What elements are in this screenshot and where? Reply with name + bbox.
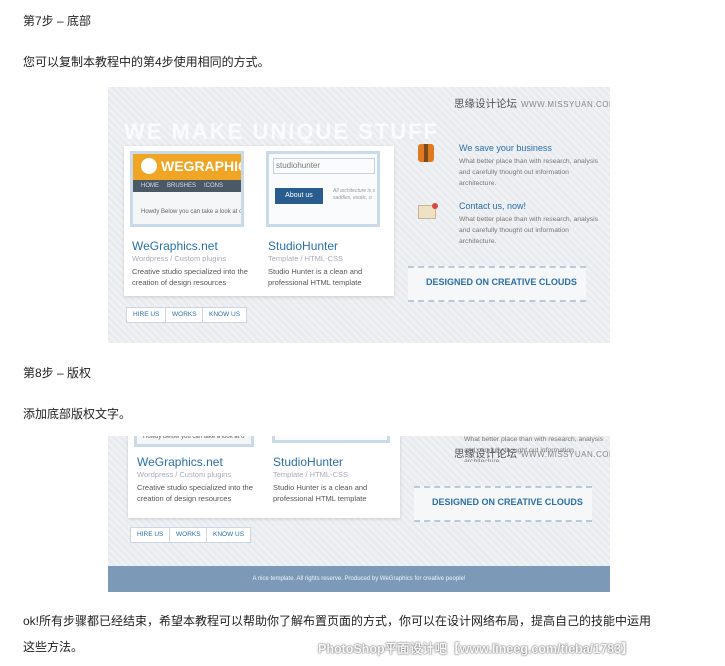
conclusion-line1: ok!所有步骤都已经结束，希望本教程可以帮助你了解布置页面的方式，你可以在设计网…: [23, 614, 652, 628]
portfolio-panel: WEGRAPHICS HOMEBRUSHESICONS Howdy Below …: [124, 146, 394, 296]
wegraphics-nav: HOME BRUSHES ICONS: [133, 180, 241, 192]
feature-desc-business: What better place than with research, an…: [459, 158, 599, 187]
footer-link-works-2[interactable]: WORKS: [169, 527, 208, 543]
project-sub-wegraphics: Wordpress / Custom plugins: [132, 254, 227, 263]
footer-link-hire-us[interactable]: HIRE US: [126, 307, 167, 323]
feature-title-business: We save your business: [459, 143, 552, 153]
project-desc-wegraphics: Creative studio specialized into the cre…: [132, 267, 248, 287]
step8-description: 添加底部版权文字。: [23, 407, 132, 421]
feature-title-contact[interactable]: Contact us, now!: [459, 201, 526, 211]
project-desc-wegraphics-2: Creative studio specialized into the cre…: [137, 483, 253, 503]
project-title-wegraphics[interactable]: WeGraphics.net: [132, 239, 218, 253]
wegraphics-logo: WEGRAPHICS: [161, 158, 241, 174]
skull-logo-icon: [141, 158, 157, 174]
studiohunter-thumbnail[interactable]: studiohunter About us All architecture i…: [266, 151, 380, 227]
wegraphics-howdy: Howdy Below you can take a look at o: [141, 209, 243, 215]
bottom-watermark: PhotoShop平面设计吧【www.lineeg.com/tieba/1783…: [318, 642, 634, 656]
project-desc-studiohunter-2: Studio Hunter is a clean and professiona…: [273, 483, 368, 503]
copyright-bar: A nice template. All rights reserve. Pro…: [108, 566, 610, 592]
footer-link-works[interactable]: WORKS: [165, 307, 204, 323]
project-sub-wegraphics-2: Wordpress / Custom plugins: [137, 470, 232, 479]
watermark: 思缘设计论坛 WWW.MISSYUAN.COM: [454, 98, 610, 110]
project-title-studiohunter-2[interactable]: StudioHunter: [273, 455, 343, 469]
about-us-button[interactable]: About us: [275, 188, 323, 204]
footer-link-know-us[interactable]: KNOW US: [202, 307, 248, 323]
watermark-2: 思缘设计论坛 WWW.MISSYUAN.COM: [454, 448, 610, 460]
wegraphics-howdy-2: Howdy Below you can take a look at o: [134, 436, 254, 447]
wegraphics-thumbnail[interactable]: WEGRAPHICS HOMEBRUSHESICONS Howdy Below …: [130, 151, 244, 227]
step8-heading: 第8步 – 版权: [23, 366, 92, 380]
creative-clouds-ribbon: DESIGNED ON CREATIVE CLOUDS: [408, 266, 586, 302]
copyright-text: A nice template. All rights reserve. Pro…: [252, 576, 466, 582]
footer-screenshot: 思缘设计论坛 WWW.MISSYUAN.COM WE MAKE UNIQUE ST…: [108, 87, 610, 343]
project-title-studiohunter[interactable]: StudioHunter: [268, 239, 338, 253]
footer-link-know-us-2[interactable]: KNOW US: [206, 527, 252, 543]
project-sub-studiohunter-2: Template / HTML-CSS: [273, 470, 349, 479]
conclusion-line2: 这些方法。: [23, 640, 84, 654]
studiohunter-logo-field: studiohunter: [273, 158, 375, 174]
project-desc-studiohunter: Studio Hunter is a clean and professiona…: [268, 267, 363, 287]
project-title-wegraphics-2[interactable]: WeGraphics.net: [137, 455, 223, 469]
tagline: WE MAKE UNIQUE STUFF: [124, 119, 439, 144]
step7-heading: 第7步 – 底部: [23, 14, 92, 28]
footer-link-hire-us-2[interactable]: HIRE US: [130, 527, 171, 543]
studiohunter-side-text: All architecture is s saddles, exotic, o: [333, 188, 375, 201]
step7-description: 您可以复制本教程中的第4步使用相同的方式。: [23, 55, 270, 69]
project-sub-studiohunter: Template / HTML-CSS: [268, 254, 344, 263]
copyright-screenshot: Howdy Below you can take a look at o WeG…: [108, 436, 610, 592]
portfolio-panel-2: Howdy Below you can take a look at o WeG…: [128, 436, 400, 518]
creative-clouds-ribbon-2: DESIGNED ON CREATIVE CLOUDS: [414, 486, 592, 522]
safety-vest-icon: [418, 144, 434, 162]
envelope-icon: [418, 203, 438, 219]
feature-desc-contact: What better place than with research, an…: [459, 216, 599, 245]
